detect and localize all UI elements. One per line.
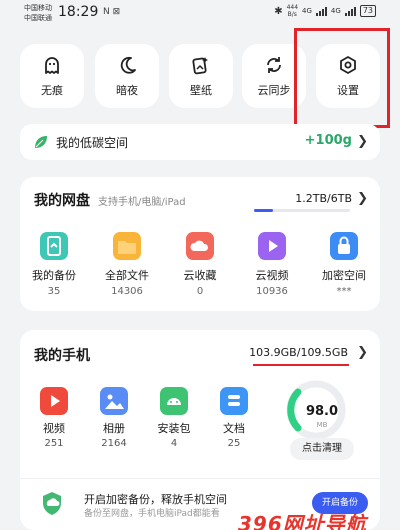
clock: 18:29 (58, 4, 99, 20)
cloud-drive-usage[interactable]: 1.2TB/6TB (295, 192, 352, 205)
status-right: ✱ 444 B/s 4G 4G 73 (274, 4, 376, 18)
cloud-drive-progress (254, 209, 350, 212)
carrier-1: 中国移动 (24, 4, 52, 12)
document-icon (220, 387, 248, 415)
cloud-item-label: 云视频 (255, 269, 289, 282)
my-phone-title[interactable]: 我的手机 (34, 345, 90, 365)
cloud-item-video[interactable]: 云视频 10936 (242, 232, 302, 297)
carrier-info: 中国移动 中国联通 (24, 3, 52, 23)
low-carbon-label: 我的低碳空间 (56, 136, 129, 150)
cloud-item-count: 10936 (256, 286, 288, 297)
cloud-favorite-icon (186, 232, 214, 260)
gauge-unit: MB (316, 421, 328, 429)
dark-mode-button[interactable]: 暗夜 (95, 44, 159, 108)
cloud-drive-title[interactable]: 我的网盘 (34, 190, 90, 210)
cloud-drive-progress-fill (254, 209, 274, 212)
cloud-item-favorites[interactable]: 云收藏 0 (170, 232, 230, 297)
notification-icons: N ⊠ (103, 7, 121, 17)
carrier-2: 中国联通 (24, 14, 52, 22)
sync-icon (267, 57, 281, 73)
lock-icon (330, 232, 358, 260)
phone-item-packages[interactable]: 安装包 4 (154, 387, 194, 449)
android-package-icon (160, 387, 188, 415)
low-carbon-value: +100g (304, 133, 352, 148)
album-icon (100, 387, 128, 415)
battery-icon: 73 (359, 5, 376, 17)
cloud-item-label: 加密空间 (322, 269, 366, 282)
phone-item-count: 4 (170, 438, 178, 449)
cloud-item-encrypted[interactable]: 加密空间 *** (314, 232, 374, 297)
chevron-right-icon[interactable]: ❯ (357, 345, 368, 360)
net-type-2: 4G (330, 7, 341, 15)
wallpaper-icon (192, 57, 208, 75)
cloud-item-count: 0 (196, 286, 204, 297)
phone-item-album[interactable]: 相册 2164 (94, 387, 134, 449)
video-icon (40, 387, 68, 415)
leaf-icon (35, 136, 47, 148)
cloud-drive-subtitle: 支持手机/电脑/iPad (98, 197, 186, 208)
cloud-drive-card: 我的网盘 支持手机/电脑/iPad 1.2TB/6TB ❯ 我的备份 35 全部… (20, 177, 380, 311)
quick-label: 壁纸 (190, 84, 212, 97)
moon-icon (120, 56, 136, 74)
watermark: 396网址导航 (238, 512, 367, 530)
phone-usage-underline (253, 364, 349, 366)
phone-item-count: 251 (44, 438, 64, 449)
signal-icon (344, 6, 356, 16)
cloud-item-label: 云收藏 (183, 269, 217, 282)
phone-item-count: 25 (227, 438, 241, 449)
bluetooth-icon: ✱ (274, 5, 283, 17)
cloud-item-count: *** (336, 286, 352, 297)
cloud-video-icon (258, 232, 286, 260)
signal-icon (315, 6, 327, 16)
clean-button[interactable]: 点击清理 (290, 438, 354, 460)
cloud-item-all-files[interactable]: 全部文件 14306 (97, 232, 157, 297)
cloud-item-label: 我的备份 (32, 269, 76, 282)
backup-banner-subtitle: 备份至网盘，手机电脑iPad都能看 (84, 509, 220, 519)
shield-icon (43, 492, 61, 515)
phone-item-video[interactable]: 视频 251 (34, 387, 74, 449)
phone-item-label: 安装包 (157, 422, 191, 435)
backup-banner-title: 开启加密备份，释放手机空间 (84, 493, 227, 506)
chevron-right-icon[interactable]: ❯ (357, 191, 368, 206)
highlight-box (294, 28, 390, 128)
folder-icon (113, 232, 141, 260)
phone-item-label: 相册 (103, 422, 125, 435)
low-carbon-banner[interactable]: 我的低碳空间 +100g ❯ (20, 124, 380, 160)
net-type-1: 4G (302, 7, 312, 15)
quick-label: 暗夜 (116, 84, 138, 97)
wallpaper-button[interactable]: 壁纸 (169, 44, 233, 108)
network-speed: 444 B/s (286, 4, 299, 18)
cloud-item-label: 全部文件 (105, 269, 149, 282)
phone-item-documents[interactable]: 文档 25 (214, 387, 254, 449)
my-phone-card: 我的手机 103.9GB/109.5GB ❯ 视频 251 相册 2164 安装… (20, 330, 380, 530)
cloud-item-count: 14306 (111, 286, 143, 297)
cloud-item-count: 35 (47, 286, 61, 297)
status-bar: 中国移动 中国联通 18:29 N ⊠ ✱ 444 B/s 4G 4G 73 (0, 0, 400, 30)
gauge-value: 98.0 (305, 404, 339, 419)
phone-item-label: 视频 (43, 422, 65, 435)
ghost-icon (45, 57, 59, 74)
backup-icon (40, 232, 68, 260)
cloud-item-backup[interactable]: 我的备份 35 (24, 232, 84, 297)
phone-item-label: 文档 (223, 422, 245, 435)
chevron-right-icon: ❯ (357, 134, 368, 149)
phone-item-count: 2164 (101, 438, 127, 449)
quick-label: 无痕 (41, 84, 63, 97)
incognito-button[interactable]: 无痕 (20, 44, 84, 108)
phone-storage-usage[interactable]: 103.9GB/109.5GB (249, 346, 348, 359)
